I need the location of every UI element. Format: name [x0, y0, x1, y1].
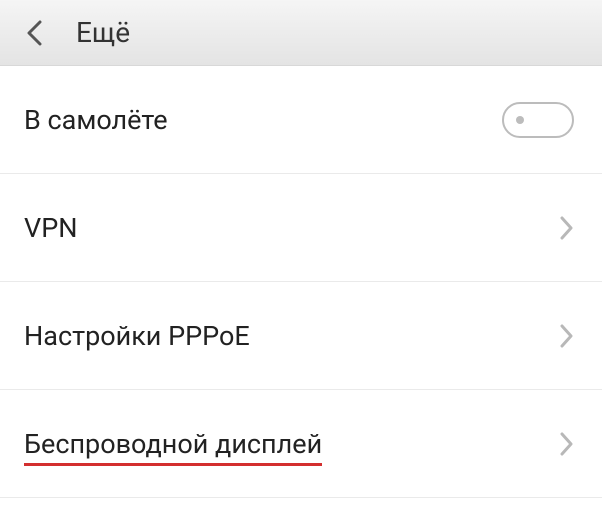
item-pppoe-settings[interactable]: Настройки PPPoE [0, 282, 602, 390]
item-label: В самолёте [24, 104, 168, 136]
airplane-mode-toggle[interactable] [502, 102, 574, 138]
chevron-right-icon [560, 216, 574, 240]
chevron-left-icon [26, 20, 42, 46]
back-button[interactable] [20, 19, 48, 47]
header: Ещё [0, 0, 602, 66]
page-title: Ещё [76, 16, 130, 49]
chevron-right-icon [560, 324, 574, 348]
settings-list: В самолёте VPN Настройки PPPoE Беспровод… [0, 66, 602, 498]
item-label: Настройки PPPoE [24, 320, 250, 352]
item-wireless-display[interactable]: Беспроводной дисплей [0, 390, 602, 498]
item-label: Беспроводной дисплей [24, 428, 322, 460]
item-vpn[interactable]: VPN [0, 174, 602, 282]
item-label: VPN [24, 212, 78, 244]
chevron-right-icon [560, 432, 574, 456]
toggle-indicator [516, 116, 524, 124]
item-airplane-mode[interactable]: В самолёте [0, 66, 602, 174]
